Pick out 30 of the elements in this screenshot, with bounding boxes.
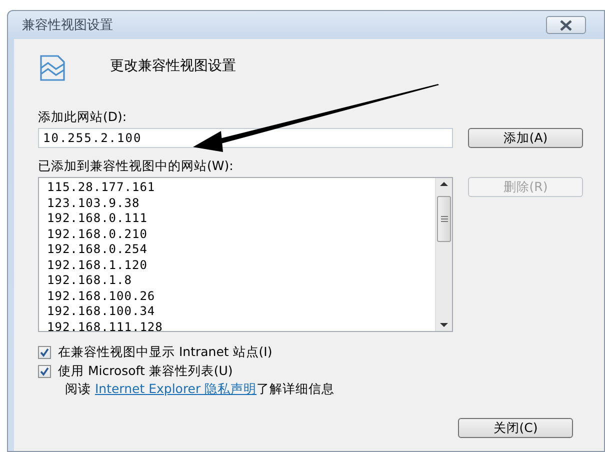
site-list-label: 已添加到兼容性视图中的网站(W):	[38, 158, 234, 175]
site-list-item[interactable]: 115.28.177.161	[47, 180, 435, 196]
checkbox[interactable]	[38, 365, 51, 378]
privacy-note: 阅读 Internet Explorer 隐私声明了解详细信息	[65, 381, 336, 398]
site-list-item[interactable]: 192.168.1.8	[47, 273, 435, 288]
window-title: 兼容性视图设置	[22, 17, 113, 34]
checkbox[interactable]	[38, 346, 51, 359]
site-list-item[interactable]: 192.168.0.254	[47, 242, 435, 258]
scroll-up-icon[interactable]	[440, 181, 448, 186]
scroll-thumb[interactable]	[437, 196, 451, 242]
close-icon	[558, 20, 574, 30]
close-button[interactable]: 关闭(C)	[458, 418, 573, 438]
site-list-item[interactable]: 192.168.0.210	[47, 226, 435, 242]
option-label: 在兼容性视图中显示 Intranet 站点(I)	[58, 344, 272, 361]
privacy-link[interactable]: Internet Explorer 隐私声明	[94, 381, 257, 396]
site-list-item[interactable]: 192.168.100.26	[47, 288, 435, 304]
site-list-item[interactable]: 192.168.111.128	[47, 320, 435, 331]
add-button[interactable]: 添加(A)	[468, 128, 583, 148]
option-label: 使用 Microsoft 兼容性列表(U)	[58, 363, 233, 380]
site-list-item[interactable]: 123.103.9.38	[47, 196, 435, 211]
scrollbar[interactable]	[435, 178, 452, 331]
site-list-item[interactable]: 192.168.0.111	[47, 211, 435, 226]
site-list-item[interactable]: 192.168.1.120	[47, 258, 435, 273]
add-site-label: 添加此网站(D):	[38, 109, 128, 126]
site-input[interactable]: 10.255.2.100	[38, 128, 453, 148]
site-list-item[interactable]: 192.168.100.34	[47, 304, 435, 320]
scroll-down-icon[interactable]	[440, 323, 448, 328]
dialog-heading: 更改兼容性视图设置	[110, 57, 236, 75]
document-image-icon	[38, 53, 68, 83]
close-icon-button[interactable]	[546, 16, 586, 34]
